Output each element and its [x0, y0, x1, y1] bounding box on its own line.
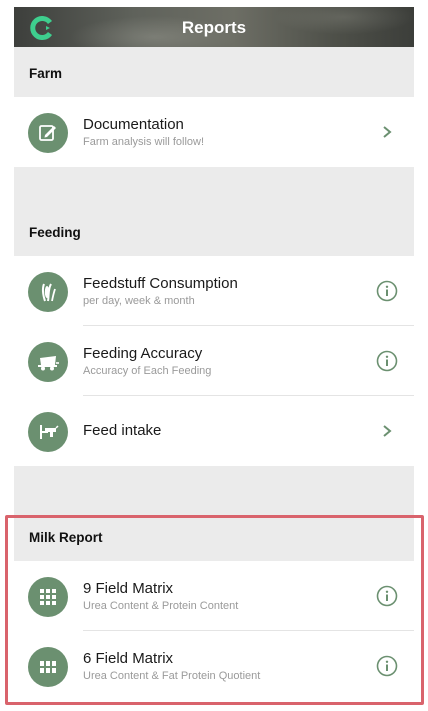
chevron-right-icon: [376, 420, 398, 442]
item-title: Feeding Accuracy: [83, 345, 203, 362]
section-header-farm: Farm: [14, 47, 414, 97]
item-subtitle: Farm analysis will follow!: [83, 136, 205, 148]
grid-6-icon: [28, 647, 68, 687]
edit-document-icon: [28, 113, 68, 153]
section-header-milk-report: Milk Report: [14, 466, 414, 561]
page-title: Reports: [181, 18, 247, 37]
list-item-documentation[interactable]: Documentation Farm analysis will follow!: [14, 97, 414, 167]
section-title: Milk Report: [29, 530, 103, 545]
section-header-feeding: Feeding: [14, 167, 414, 256]
section-title: Feeding: [29, 225, 81, 240]
item-title: 9 Field Matrix: [83, 580, 174, 597]
feed-wagon-icon: [28, 342, 68, 382]
item-subtitle: per day, week & month: [83, 295, 195, 307]
info-icon[interactable]: [376, 585, 398, 607]
item-subtitle: Urea Content & Protein Content: [83, 600, 239, 612]
section-title: Farm: [29, 66, 63, 81]
item-title: Documentation: [83, 116, 184, 133]
info-icon[interactable]: [376, 280, 398, 302]
reports-screen: Reports Farm Documentation Farm analysis…: [14, 7, 414, 711]
item-subtitle: Accuracy of Each Feeding: [83, 365, 212, 377]
chevron-right-icon: [376, 121, 398, 143]
info-icon[interactable]: [376, 350, 398, 372]
item-title: Feedstuff Consumption: [83, 275, 238, 292]
info-icon[interactable]: [376, 655, 398, 677]
nav-header: Reports: [14, 7, 414, 47]
item-title: Feed intake: [83, 422, 162, 439]
item-subtitle: Urea Content & Fat Protein Quotient: [83, 670, 261, 682]
cow-feeding-icon: [28, 412, 68, 452]
list-item-6-field-matrix[interactable]: 6 Field Matrix Urea Content & Fat Protei…: [14, 631, 414, 701]
list-item-feed-intake[interactable]: Feed intake: [14, 396, 414, 466]
list-item-feedstuff-consumption[interactable]: Feedstuff Consumption per day, week & mo…: [14, 256, 414, 326]
list-item-feeding-accuracy[interactable]: Feeding Accuracy Accuracy of Each Feedin…: [14, 326, 414, 396]
corn-icon: [28, 272, 68, 312]
grid-9-icon: [28, 577, 68, 617]
list-item-9-field-matrix[interactable]: 9 Field Matrix Urea Content & Protein Co…: [14, 561, 414, 631]
item-title: 6 Field Matrix: [83, 650, 174, 667]
